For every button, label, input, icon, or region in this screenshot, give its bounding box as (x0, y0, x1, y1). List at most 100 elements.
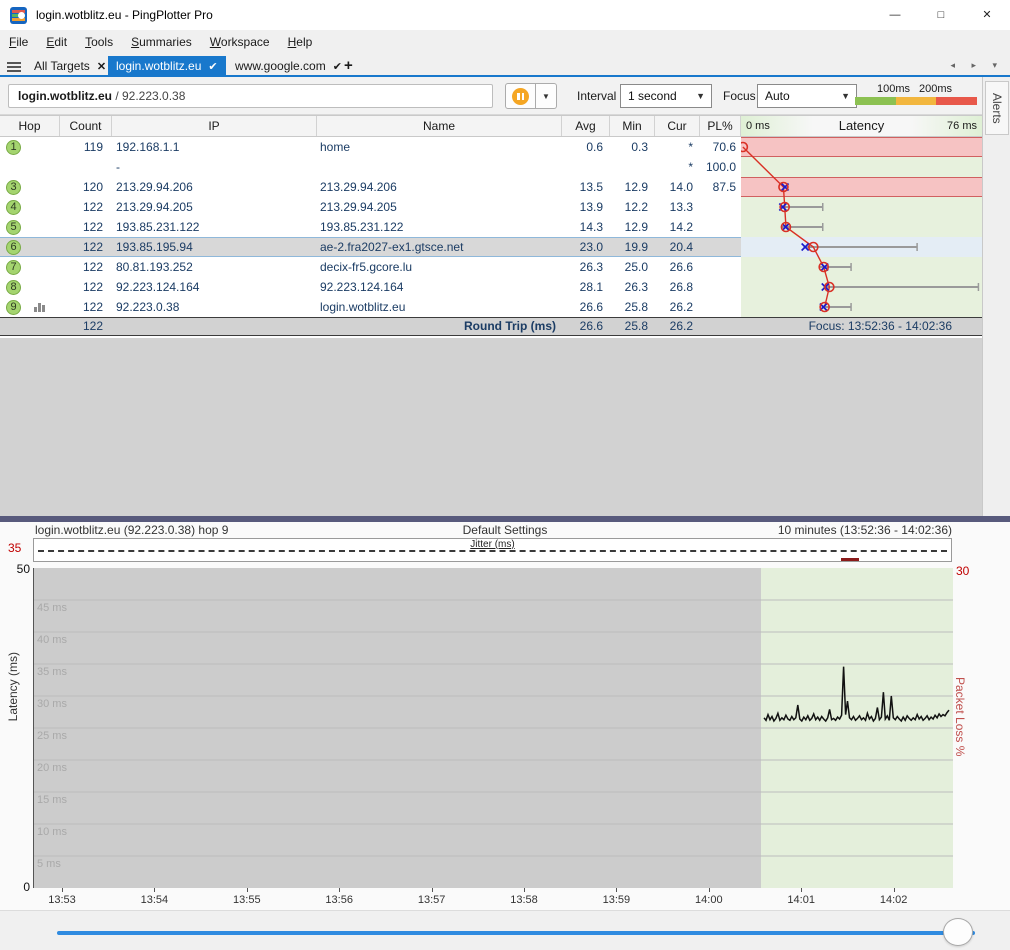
count-cell (60, 157, 112, 177)
grid-label-45ms: 45 ms (37, 602, 67, 614)
title-bar[interactable]: login.wotblitz.eu - PingPlotter Pro — □ … (0, 0, 1010, 30)
hop-number-badge: 1 (6, 140, 21, 155)
alerts-panel-tab[interactable]: Alerts (985, 81, 1009, 135)
avg-cell: 26.3 (562, 257, 610, 277)
close-button[interactable]: ✕ (964, 0, 1010, 30)
tab-login-wotblitz-eu[interactable]: login.wotblitz.eu✔ (108, 56, 226, 77)
column-header-count[interactable]: Count (60, 116, 112, 136)
ip-cell: 193.85.195.94 (112, 237, 317, 257)
column-header-cur[interactable]: Cur (655, 116, 700, 136)
add-tab-button[interactable]: + (336, 56, 361, 77)
latency-graph-cell (741, 237, 982, 257)
minimize-button[interactable]: — (872, 0, 918, 30)
column-header-latency-graph[interactable]: 0 msLatency76 ms (741, 116, 982, 136)
hop-row-7[interactable]: 712280.81.193.252decix-fr5.gcore.lu26.32… (0, 257, 982, 277)
hop-number-badge: 3 (6, 180, 21, 195)
target-separator: / (112, 89, 122, 103)
hop-row-1[interactable]: 1119192.168.1.1home0.60.3*70.6 (0, 137, 982, 157)
min-cell: 26.3 (610, 277, 655, 297)
column-header-pl[interactable]: PL% (700, 116, 741, 136)
menu-item-file[interactable]: File (0, 30, 37, 56)
name-cell: ae-2.fra2027-ex1.gtsce.net (317, 237, 562, 257)
tab-all-targets[interactable]: All Targets✕ (26, 56, 114, 77)
hop-number-badge: 9 (6, 300, 21, 315)
timeline-range-label[interactable]: 10 minutes (13:52:36 - 14:02:36) (778, 523, 952, 537)
close-icon[interactable]: ✕ (97, 61, 106, 73)
count-cell: 119 (60, 137, 112, 157)
time-label-13-57: 13:57 (410, 894, 454, 906)
count-cell: 122 (60, 277, 112, 297)
focus-value: Auto (765, 89, 790, 103)
target-ip: 92.223.0.38 (122, 89, 185, 103)
count-cell: 122 (60, 237, 112, 257)
column-header-ip[interactable]: IP (112, 116, 317, 136)
target-address-box[interactable]: login.wotblitz.eu / 92.223.0.38 (8, 84, 493, 108)
menu-item-summaries[interactable]: Summaries (122, 30, 201, 56)
interval-select[interactable]: 1 second ▼ (620, 84, 712, 108)
time-scroll-zone (0, 910, 1010, 950)
time-tick (524, 888, 525, 892)
maximize-button[interactable]: □ (918, 0, 964, 30)
hop-row-6[interactable]: 6 122193.85.195.94ae-2.fra2027-ex1.gtsce.… (0, 237, 982, 257)
hop-row-3[interactable]: 3120213.29.94.206213.29.94.20613.512.914… (0, 177, 982, 197)
packet-loss-cell (700, 257, 741, 277)
grid-label-25ms: 25 ms (37, 730, 67, 742)
min-cell: 12.9 (610, 217, 655, 237)
time-axis: 13:5313:5413:5513:5613:5713:5813:5914:00… (0, 892, 1010, 908)
cur-cell: 14.0 (655, 177, 700, 197)
tab-scroll-arrows[interactable]: ◂ ▸ ▾ (950, 60, 1004, 71)
latency-timeline-plot[interactable]: 45 ms40 ms35 ms30 ms25 ms20 ms15 ms10 ms… (33, 568, 952, 888)
time-tick (339, 888, 340, 892)
jitter-strip[interactable]: Jitter (ms) (33, 538, 952, 562)
grid-label-40ms: 40 ms (37, 634, 67, 646)
latency-graph-cell (741, 277, 982, 297)
hop-row-5[interactable]: 5122193.85.231.122193.85.231.12214.312.9… (0, 217, 982, 237)
time-scrollbar-thumb[interactable] (943, 918, 973, 946)
column-header-name[interactable]: Name (317, 116, 562, 136)
menu-item-help[interactable]: Help (279, 30, 322, 56)
count-cell: 122 (60, 197, 112, 217)
pause-dropdown-button[interactable]: ▼ (536, 83, 557, 109)
focus-select[interactable]: Auto ▼ (757, 84, 857, 108)
name-cell: 213.29.94.205 (317, 197, 562, 217)
packet-loss-cell: 70.6 (700, 137, 741, 157)
hamburger-icon[interactable] (7, 62, 21, 72)
round-trip-label: Round Trip (ms) (317, 318, 562, 335)
count-cell: 122 (60, 257, 112, 277)
cur-cell: 13.3 (655, 197, 700, 217)
app-icon (10, 7, 27, 24)
pause-button[interactable] (505, 83, 536, 109)
min-cell: 25.0 (610, 257, 655, 277)
hop-row-4[interactable]: 4122213.29.94.205213.29.94.20513.912.213… (0, 197, 982, 217)
time-label-14-02: 14:02 (872, 894, 916, 906)
hop-number-badge: 6 (6, 240, 21, 255)
column-header-min[interactable]: Min (610, 116, 655, 136)
column-header-avg[interactable]: Avg (562, 116, 610, 136)
hop-row-blank[interactable]: -*100.0 (0, 157, 982, 177)
hop-row-9[interactable]: 912292.223.0.38login.wotblitz.eu26.625.8… (0, 297, 982, 317)
time-label-13-55: 13:55 (225, 894, 269, 906)
time-label-14-00: 14:00 (687, 894, 731, 906)
cur-cell: * (655, 137, 700, 157)
name-cell: home (317, 137, 562, 157)
menu-item-workspace[interactable]: Workspace (201, 30, 279, 56)
time-tick (801, 888, 802, 892)
min-cell: 12.2 (610, 197, 655, 217)
hop-row-8[interactable]: 812292.223.124.16492.223.124.16428.126.3… (0, 277, 982, 297)
summary-count: 122 (60, 318, 112, 335)
pause-icon (512, 88, 529, 105)
column-header-hop[interactable]: Hop (0, 116, 60, 136)
timeline-target-label: login.wotblitz.eu (92.223.0.38) hop 9 (35, 523, 228, 537)
tab-www-google-com[interactable]: www.google.com✔ (227, 56, 350, 77)
menu-item-tools[interactable]: Tools (76, 30, 122, 56)
avg-cell: 28.1 (562, 277, 610, 297)
time-scrollbar-track[interactable] (57, 931, 975, 935)
name-cell: decix-fr5.gcore.lu (317, 257, 562, 277)
menu-item-edit[interactable]: Edit (37, 30, 76, 56)
ip-cell: 192.168.1.1 (112, 137, 317, 157)
summary-pl (700, 318, 741, 335)
focus-label: Focus (723, 89, 756, 103)
round-trip-row[interactable]: 122 Round Trip (ms) 26.6 25.8 26.2 Focus… (0, 317, 982, 336)
summary-ip (112, 318, 317, 335)
count-cell: 122 (60, 297, 112, 317)
